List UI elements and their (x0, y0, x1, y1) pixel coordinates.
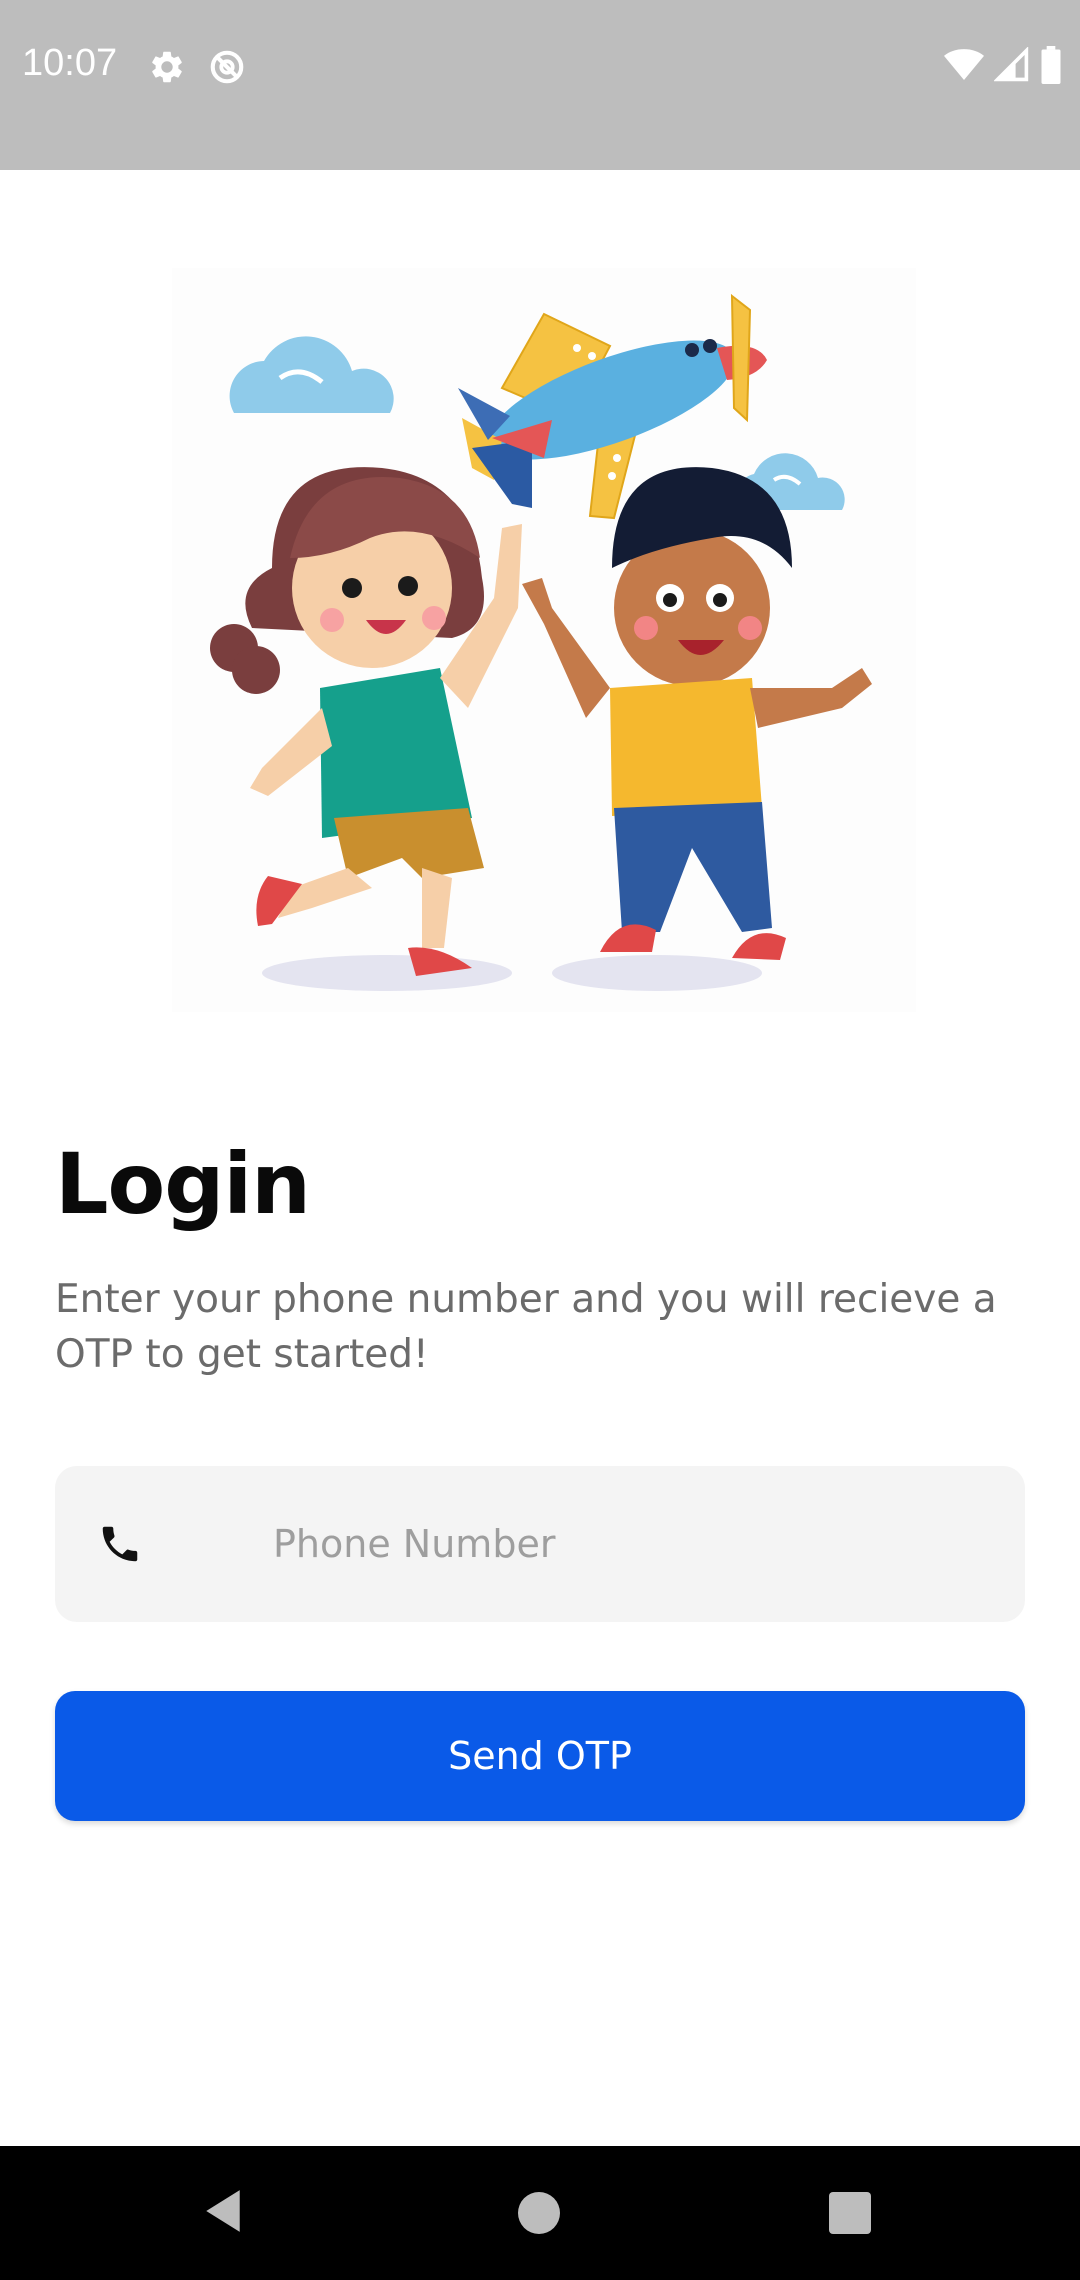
girl-figure (210, 467, 522, 976)
phone-number-input[interactable] (273, 1466, 973, 1622)
status-left-icons (148, 48, 246, 91)
phone-number-field[interactable] (55, 1466, 1025, 1622)
back-icon[interactable] (202, 2188, 244, 2239)
status-time: 10:07 (22, 42, 118, 84)
settings-gear-icon (148, 48, 186, 91)
recents-icon[interactable] (829, 2192, 871, 2234)
wifi-icon (944, 47, 984, 88)
status-right-icons (944, 46, 1062, 89)
login-screen: 10:07 Login Enter your phone number and … (0, 0, 1080, 2280)
signal-icon (993, 46, 1030, 88)
kids-airplane-illustration (172, 268, 916, 1012)
boy-figure (522, 467, 872, 960)
home-icon[interactable] (518, 2192, 560, 2234)
page-subtitle: Enter your phone number and you will rec… (55, 1277, 997, 1377)
phone-icon (97, 1521, 143, 1567)
do-not-disturb-icon (208, 48, 246, 91)
navigation-bar (0, 2146, 1080, 2280)
status-bar: 10:07 (0, 0, 1080, 170)
page-title: Login (55, 1135, 311, 1233)
battery-icon (1040, 46, 1062, 89)
send-otp-button[interactable]: Send OTP (55, 1691, 1025, 1821)
